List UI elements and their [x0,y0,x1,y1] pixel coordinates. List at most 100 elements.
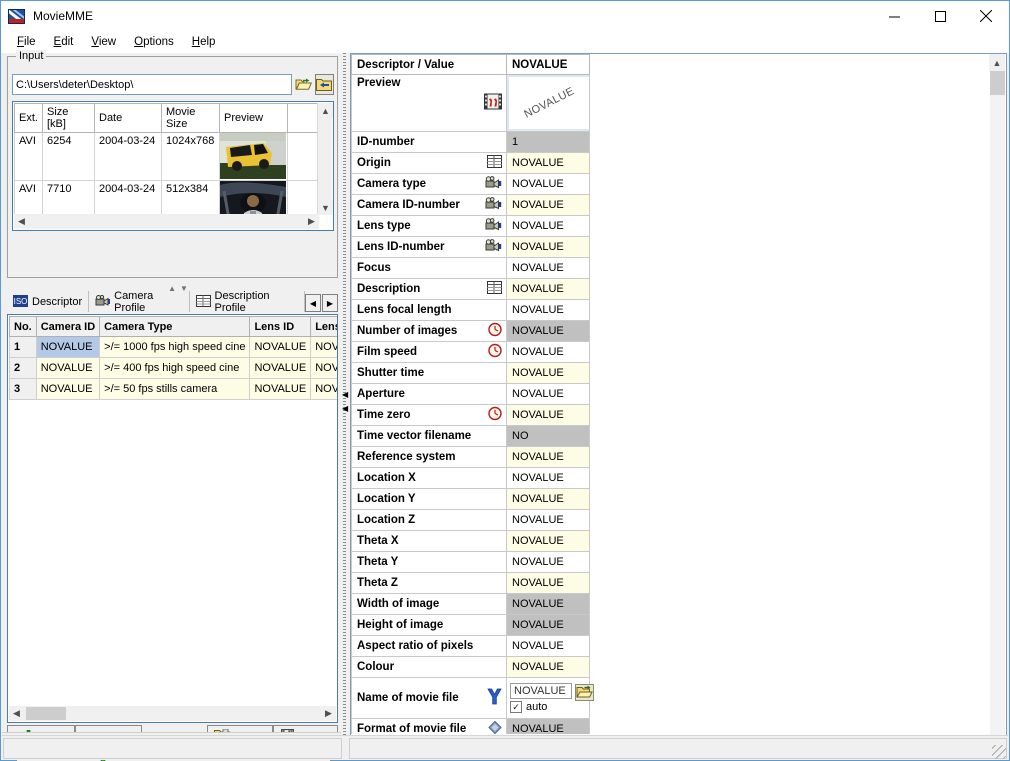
table-row[interactable]: 1 NOVALUE >/= 1000 fps high speed cine N… [9,336,337,358]
col-date[interactable]: Date [94,103,162,133]
maximize-icon[interactable] [917,1,963,31]
descriptor-row[interactable]: Location X NOVALUE [351,467,590,489]
menu-file[interactable]: File [8,34,45,50]
descriptor-value[interactable]: NOVALUE [506,362,590,384]
descriptor-row[interactable]: Location Z NOVALUE [351,509,590,531]
descriptor-row[interactable]: Aperture NOVALUE [351,383,590,405]
resize-grip[interactable] [992,745,1006,759]
panel-splitter[interactable]: ◀ ◀ [341,53,349,759]
path-input[interactable] [12,74,293,95]
scrollbar-thumb[interactable] [26,707,66,720]
descriptor-value[interactable]: NOVALUE [506,488,590,510]
descriptor-vertical-scrollbar[interactable]: ▲ ▼ [989,54,1006,758]
descriptor-value[interactable]: NOVALUE [506,173,590,195]
descriptor-value[interactable]: NOVALUE [506,467,590,489]
col-lens[interactable]: Lens [310,316,337,337]
menu-help[interactable]: Help [183,34,225,50]
col-blank[interactable] [287,103,318,133]
chevron-left-icon[interactable]: ◀ [9,706,24,721]
descriptor-row[interactable]: Theta Z NOVALUE [351,572,590,594]
col-camera-type[interactable]: Camera Type [99,316,251,337]
descriptor-row[interactable]: Origin NOVALUE [351,152,590,174]
descriptor-row[interactable]: Lens focal length NOVALUE [351,299,590,321]
descriptor-row[interactable]: Theta Y NOVALUE [351,551,590,573]
descriptor-row[interactable]: Theta X NOVALUE [351,530,590,552]
minimize-icon[interactable] [871,1,917,31]
descriptor-value[interactable]: NOVALUE [506,152,590,174]
cell-lens[interactable]: NOV [310,357,337,379]
descriptor-value[interactable]: NOVALUE [506,572,590,594]
descriptor-row[interactable]: Lens ID-number NOVALUE [351,236,590,258]
tab-next-icon[interactable]: ▶ [322,294,338,312]
descriptor-row[interactable]: Reference system NOVALUE [351,446,590,468]
cell-camera-id[interactable]: NOVALUE [35,357,101,379]
descriptor-row[interactable]: Focus NOVALUE [351,257,590,279]
menu-options[interactable]: Options [125,34,183,50]
cell-lens-id[interactable]: NOVALUE [249,357,312,379]
folder-back-icon[interactable] [315,74,334,95]
menu-edit[interactable]: Edit [45,34,83,50]
descriptor-row[interactable]: Format of movie file NOVALUE [351,718,590,734]
cell-camera-type[interactable]: >/= 400 fps high speed cine [99,357,251,379]
col-movie-size[interactable]: Movie Size [161,103,220,133]
descriptor-value[interactable]: NO [506,425,590,447]
cell-lens-id[interactable]: NOVALUE [249,336,312,358]
descriptor-value[interactable]: NOVALUE [506,404,590,426]
descriptor-row[interactable]: Lens type NOVALUE [351,215,590,237]
cell-lens[interactable]: NOV [310,378,337,400]
cell-lens[interactable]: NOV [310,336,337,358]
descriptor-row[interactable]: Shutter time NOVALUE [351,362,590,384]
col-size[interactable]: Size [kB] [42,103,95,133]
col-no[interactable]: No. [9,316,37,337]
file-list-horizontal-scrollbar[interactable]: ◀ ▶ [14,214,319,229]
descriptor-row[interactable]: Location Y NOVALUE [351,488,590,510]
descriptor-value[interactable]: NOVALUE [506,614,590,636]
descriptor-value[interactable]: NOVALUE [506,383,590,405]
descriptor-value[interactable]: NOVALUE [506,341,590,363]
descriptor-row[interactable]: Aspect ratio of pixels NOVALUE [351,635,590,657]
cell-camera-type[interactable]: >/= 1000 fps high speed cine [99,336,251,358]
descriptor-row[interactable]: Camera type NOVALUE [351,173,590,195]
auto-checkbox[interactable]: ✓ [510,701,522,713]
descriptor-value[interactable]: NOVALUE [506,299,590,321]
descriptor-value[interactable]: NOVALUE [506,635,590,657]
cell-lens-id[interactable]: NOVALUE [249,378,312,400]
descriptor-row[interactable]: Camera ID-number NOVALUE [351,194,590,216]
descriptor-row-movie-file[interactable]: Name of movie file NOVALUE ✓ auto [351,677,594,719]
cell-camera-type[interactable]: >/= 50 fps stills camera [99,378,251,400]
descriptor-row[interactable]: Number of images NOVALUE [351,320,590,342]
col-lens-id[interactable]: Lens ID [249,316,312,337]
table-row[interactable]: AVI 6254 2004-03-24 1024x768 [14,132,318,181]
cell-camera-id[interactable]: NOVALUE [35,378,101,400]
descriptor-row-preview[interactable]: Preview NOVALUE [351,74,590,132]
chevron-left-icon[interactable]: ◀ [14,214,29,229]
chevron-right-icon[interactable]: ▶ [321,706,336,721]
table-row[interactable]: 2 NOVALUE >/= 400 fps high speed cine NO… [9,357,337,379]
descriptor-value[interactable]: NOVALUE [506,551,590,573]
chevron-down-icon[interactable]: ▼ [318,200,333,215]
table-row[interactable]: 3 NOVALUE >/= 50 fps stills camera NOVAL… [9,378,337,400]
descriptor-value[interactable]: NOVALUE [506,718,590,734]
descriptor-row[interactable]: ID-number 1 [351,131,590,153]
descriptor-row[interactable]: Film speed NOVALUE [351,341,590,363]
chevron-right-icon[interactable]: ▶ [304,214,319,229]
descriptor-value[interactable]: NOVALUE [506,257,590,279]
descriptor-value[interactable]: NOVALUE [506,593,590,615]
camera-grid-horizontal-scrollbar[interactable]: ◀ ▶ [9,706,336,721]
scrollbar-thumb[interactable] [990,71,1005,95]
col-ext[interactable]: Ext. [14,103,43,133]
scrollbar-track[interactable] [990,71,1005,741]
tab-descriptor[interactable]: ISO Descriptor [7,291,90,312]
descriptor-value[interactable]: NOVALUE [506,194,590,216]
descriptor-value[interactable]: NOVALUE [506,509,590,531]
file-list-vertical-scrollbar[interactable]: ▲ ▼ [317,103,333,215]
chevron-up-icon[interactable]: ▲ [318,103,333,118]
cell-camera-id[interactable]: NOVALUE [35,336,101,358]
movie-file-name-field[interactable]: NOVALUE [510,683,572,699]
descriptor-row[interactable]: Time zero NOVALUE [351,404,590,426]
descriptor-value-movie-file[interactable]: NOVALUE ✓ auto [506,677,594,719]
col-camera-id[interactable]: Camera ID [35,316,101,337]
descriptor-value[interactable]: NOVALUE [506,446,590,468]
file-list[interactable]: Ext. Size [kB] Date Movie Size Preview A… [12,101,334,231]
descriptor-value[interactable]: NOVALUE [506,320,590,342]
